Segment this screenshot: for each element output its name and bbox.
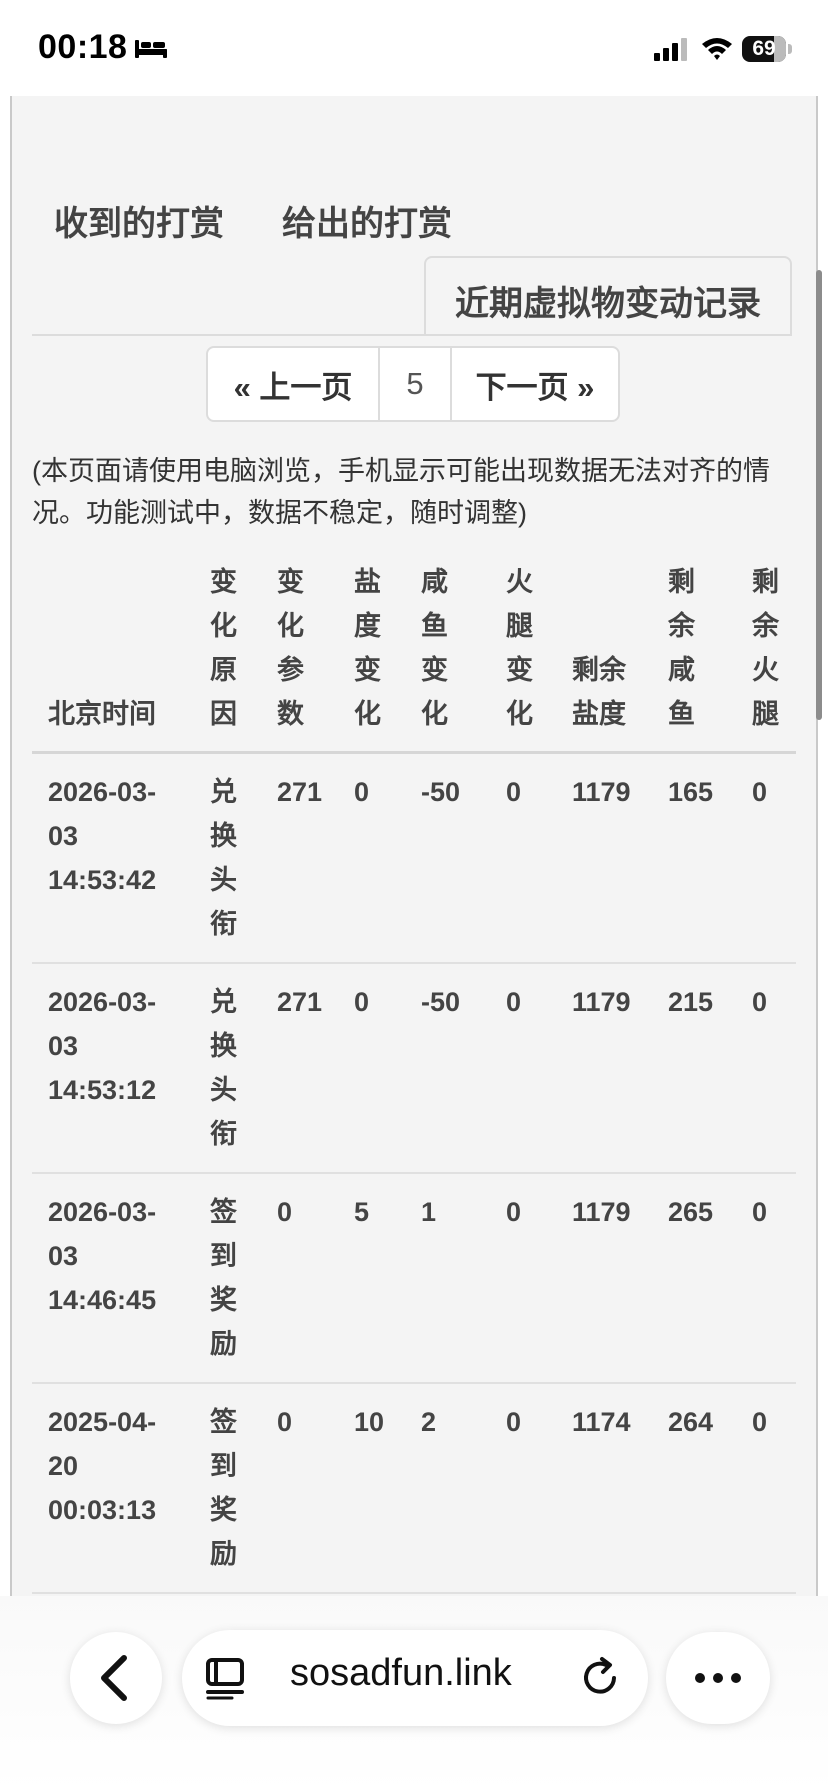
row-divider xyxy=(32,1172,796,1174)
header-beijing-time: 北京时间 xyxy=(48,699,156,729)
current-page-number[interactable]: 5 xyxy=(380,348,452,420)
row-3-reason: 签到奖励 xyxy=(210,1197,237,1359)
header-change-reason: 变化原因 xyxy=(210,567,237,729)
header-fish-left: 剩余咸鱼 xyxy=(668,567,695,729)
tab-given-rewards[interactable]: 给出的打赏 xyxy=(282,196,452,245)
wifi-icon xyxy=(702,38,732,60)
battery-level: 69 xyxy=(752,37,776,60)
row-1-param: 271 xyxy=(277,777,323,807)
more-icon xyxy=(695,1673,741,1683)
chevron-left-icon xyxy=(101,1655,127,1701)
prev-page-button[interactable]: « 上一页 xyxy=(208,348,380,420)
tab-received-rewards[interactable]: 收到的打赏 xyxy=(54,196,224,245)
row-2-fish-left: 215 xyxy=(668,987,714,1017)
row-2-reason: 兑换头衔 xyxy=(210,987,237,1149)
row-2-salt-change: 0 xyxy=(354,987,370,1017)
row-2-ham-change: 0 xyxy=(506,987,522,1017)
row-3-fish-change: 1 xyxy=(421,1197,437,1227)
back-button[interactable] xyxy=(70,1632,162,1724)
row-4-ham-left: 0 xyxy=(752,1407,768,1437)
row-4-reason: 签到奖励 xyxy=(210,1407,237,1569)
header-salt-change: 盐度变化 xyxy=(354,567,381,729)
row-4-time: 2025-04-20 00:03:13 xyxy=(48,1407,157,1525)
scrollbar-thumb[interactable] xyxy=(816,270,822,720)
header-change-param: 变化参数 xyxy=(277,567,304,729)
next-page-button[interactable]: 下一页 » xyxy=(452,348,618,420)
status-time: 00:18 xyxy=(38,28,128,66)
header-salt-left: 剩余盐度 xyxy=(572,655,626,729)
tab-virtual-item-records[interactable]: 近期虚拟物变动记录 xyxy=(424,256,792,336)
more-button[interactable] xyxy=(666,1632,770,1724)
table-header-divider xyxy=(32,751,796,754)
tab-divider xyxy=(32,334,792,336)
pagination: « 上一页 5 下一页 » xyxy=(206,346,620,422)
bed-icon xyxy=(135,40,167,58)
row-3-param: 0 xyxy=(277,1197,293,1227)
reader-icon[interactable] xyxy=(204,1656,246,1700)
row-1-salt-left: 1179 xyxy=(572,777,631,807)
battery-tip xyxy=(788,44,792,54)
row-divider xyxy=(32,1592,796,1594)
row-1-ham-change: 0 xyxy=(506,777,522,807)
row-1-salt-change: 0 xyxy=(354,777,370,807)
row-1-time: 2026-03-03 14:53:42 xyxy=(48,777,157,895)
row-1-ham-left: 0 xyxy=(752,777,768,807)
row-4-salt-left: 1174 xyxy=(572,1407,631,1437)
row-2-ham-left: 0 xyxy=(752,987,768,1017)
row-2-salt-left: 1179 xyxy=(572,987,631,1017)
row-4-param: 0 xyxy=(277,1407,293,1437)
row-2-param: 271 xyxy=(277,987,323,1017)
mobile-notice: (本页面请使用电脑浏览，手机显示可能出现数据无法对齐的情况。功能测试中，数据不稳… xyxy=(32,456,770,528)
row-divider xyxy=(32,1382,796,1384)
row-3-fish-left: 265 xyxy=(668,1197,714,1227)
signal-icon xyxy=(654,38,687,61)
row-3-salt-left: 1179 xyxy=(572,1197,631,1227)
row-4-fish-change: 2 xyxy=(421,1407,437,1437)
row-4-salt-change: 10 xyxy=(354,1407,385,1437)
header-ham-left: 剩余火腿 xyxy=(752,567,779,729)
row-3-salt-change: 5 xyxy=(354,1197,370,1227)
row-2-fish-change: -50 xyxy=(421,987,461,1017)
row-4-ham-change: 0 xyxy=(506,1407,522,1437)
row-1-fish-change: -50 xyxy=(421,777,461,807)
header-fish-change: 咸鱼变化 xyxy=(421,567,448,729)
row-3-ham-left: 0 xyxy=(752,1197,768,1227)
row-1-fish-left: 165 xyxy=(668,777,714,807)
reload-icon[interactable] xyxy=(578,1656,622,1700)
status-bar: 00:18 69 xyxy=(0,0,828,96)
row-3-ham-change: 0 xyxy=(506,1197,522,1227)
row-divider xyxy=(32,962,796,964)
row-2-time: 2026-03-03 14:53:12 xyxy=(48,987,157,1105)
row-3-time: 2026-03-03 14:46:45 xyxy=(48,1197,157,1315)
row-4-fish-left: 264 xyxy=(668,1407,714,1437)
row-1-reason: 兑换头衔 xyxy=(210,777,237,939)
url-text[interactable]: sosadfun.link xyxy=(290,1652,512,1695)
battery-indicator: 69 xyxy=(742,36,786,62)
header-ham-change: 火腿变化 xyxy=(506,567,533,729)
